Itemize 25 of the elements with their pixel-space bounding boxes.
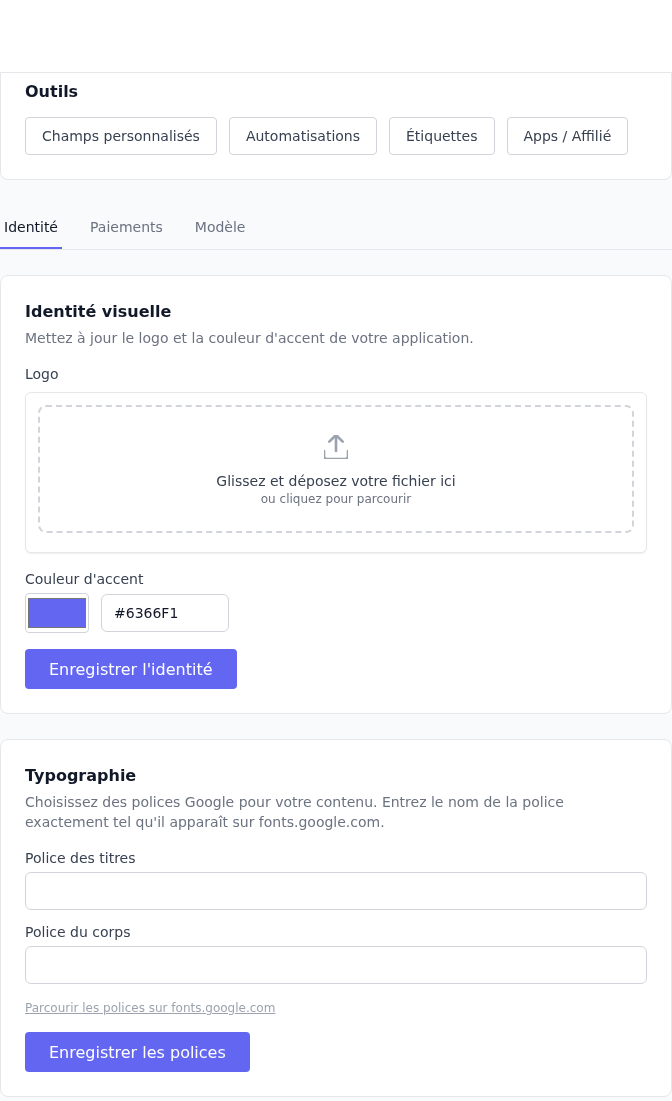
field-label: Police des titres bbox=[25, 849, 137, 868]
font-name-field[interactable] bbox=[25, 946, 647, 984]
tool-button[interactable]: Étiquettes bbox=[389, 117, 495, 155]
tool-button[interactable]: Apps / Affilié bbox=[506, 117, 629, 155]
dropzone-hint: ou cliquez pour parcourir bbox=[260, 491, 412, 507]
card-description: Choisissez des polices Google pour votre contenu. Entrez le nom de la police exactement tel qu'il apparaît sur fonts.google.com. bbox=[25, 793, 565, 832]
save-identity-button[interactable]: Enregistrer l'identité bbox=[25, 649, 237, 689]
tab[interactable]: Identité bbox=[0, 205, 62, 249]
hex-color-field[interactable]: #6366F1 bbox=[101, 594, 229, 632]
upload-dropzone[interactable]: Glissez et déposez votre fichier ici ou cliquez pour parcourir bbox=[38, 405, 634, 533]
tool-button[interactable]: Automatisations bbox=[228, 117, 377, 155]
card-title: Typographie bbox=[25, 765, 138, 787]
field-label: Police du corps bbox=[25, 923, 132, 942]
tab[interactable]: Modèle bbox=[190, 205, 250, 249]
tool-button[interactable]: Champs personnalisés bbox=[25, 117, 217, 155]
tab[interactable]: Paiements bbox=[86, 205, 167, 249]
dropzone-text: Glissez et déposez votre fichier ici bbox=[216, 472, 456, 491]
card-title: Identité visuelle bbox=[25, 301, 173, 323]
save-fonts-button[interactable]: Enregistrer les polices bbox=[25, 1032, 250, 1072]
field-label: Logo bbox=[25, 365, 60, 384]
font-name-field[interactable] bbox=[25, 872, 647, 910]
card-title: Outils bbox=[25, 81, 80, 103]
card-description: Mettez à jour le logo et la couleur d'accent de votre application. bbox=[25, 329, 475, 348]
field-label: Couleur d'accent bbox=[25, 570, 145, 589]
upload-icon bbox=[324, 435, 348, 459]
